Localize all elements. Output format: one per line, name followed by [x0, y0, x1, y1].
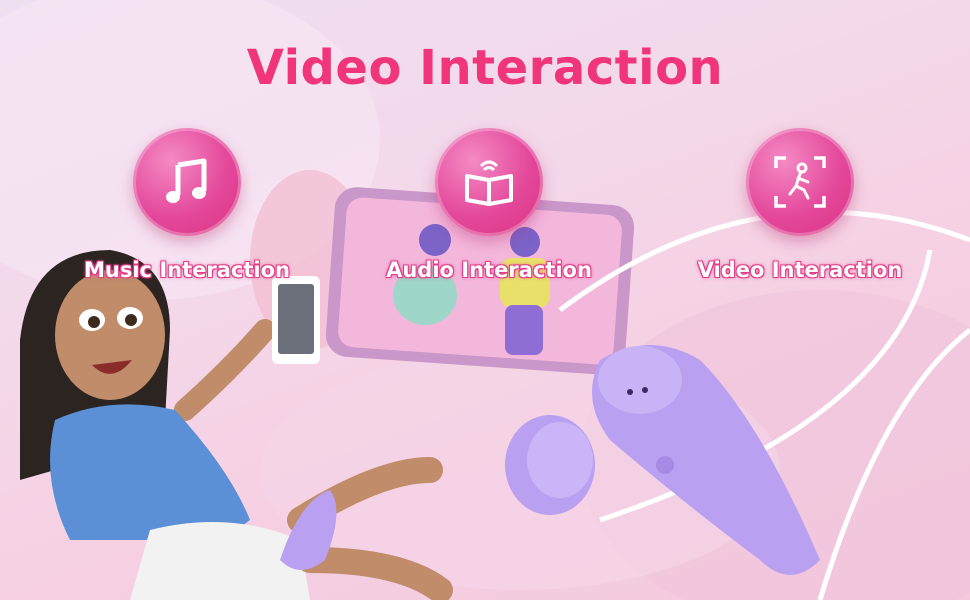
- page-title: Video Interaction: [246, 40, 724, 96]
- feature-music: Music Interaction: [67, 128, 307, 282]
- video-motion-icon: [774, 156, 826, 208]
- music-note-icon: [166, 158, 207, 203]
- feature-label-music: Music Interaction: [84, 258, 290, 282]
- feature-label-video: Video Interaction: [697, 258, 903, 282]
- music-circle: [133, 128, 241, 236]
- audio-circle: [435, 128, 543, 236]
- feature-label-audio: Audio Interaction: [386, 258, 592, 282]
- video-circle: [746, 128, 854, 236]
- feature-audio: Audio Interaction: [369, 128, 609, 282]
- feature-video: Video Interaction: [680, 128, 920, 282]
- audio-book-icon: [465, 160, 513, 206]
